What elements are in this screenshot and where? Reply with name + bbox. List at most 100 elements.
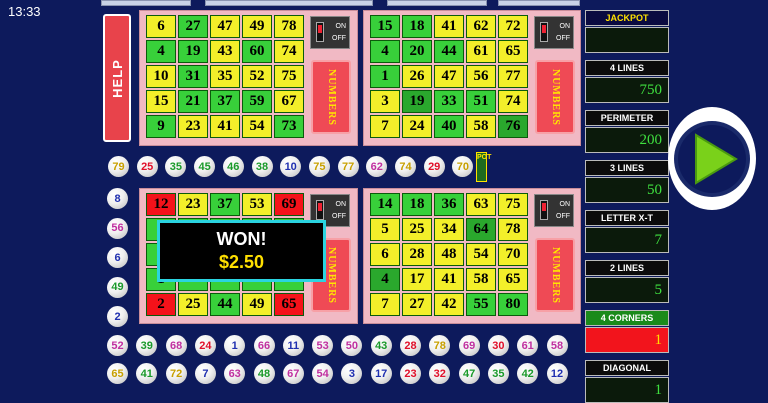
drawn-ball: 74 <box>395 156 416 177</box>
card-cell: 62 <box>466 15 496 38</box>
card-cell: 58 <box>466 268 496 291</box>
drawn-ball: 7 <box>194 363 216 384</box>
numbers-label: NUMBERS <box>325 246 337 304</box>
card-cell: 75 <box>274 65 304 88</box>
card-cell: 59 <box>242 90 272 113</box>
card-cell: 54 <box>242 115 272 138</box>
drawn-ball: 24 <box>194 335 216 356</box>
drawn-ball: 53 <box>312 335 334 356</box>
card-cell: 20 <box>402 40 432 63</box>
prize-label: PERIMETER <box>585 110 669 126</box>
top-bar-mid <box>205 0 373 6</box>
drawn-ball: 66 <box>253 335 275 356</box>
drawn-ball: 47 <box>458 363 480 384</box>
card-cell: 34 <box>434 218 464 241</box>
drawn-ball: 23 <box>400 363 421 384</box>
card-grid: 14 18 36 63 75 5 25 34 64 78 6 28 48 54 70 4 17 41 58 65 7 27… <box>370 193 528 316</box>
numbers-button[interactable]: NUMBERS <box>535 238 575 312</box>
prize-value: 1 <box>585 327 669 353</box>
card-cell: 61 <box>466 40 496 63</box>
card-cell: 40 <box>434 115 464 138</box>
drawn-ball: 61 <box>517 335 539 356</box>
drawn-ball: 2 <box>107 306 128 327</box>
play-button[interactable] <box>668 107 756 210</box>
prize-label: LETTER X-T <box>585 210 669 226</box>
card-cell: 14 <box>370 193 400 216</box>
toggle-on-label: ON <box>559 23 571 30</box>
toggle-off-label: OFF <box>556 35 570 42</box>
help-button[interactable]: HELP <box>103 14 131 142</box>
card-cell: 44 <box>434 40 464 63</box>
drawn-ball: 42 <box>517 363 539 384</box>
drawn-ball: 17 <box>370 363 392 384</box>
card-cell: 37 <box>210 193 240 216</box>
numbers-label: NUMBERS <box>549 246 561 304</box>
card-cell: 78 <box>274 15 304 38</box>
prize-value: 5 <box>585 277 669 303</box>
drawn-ball: 69 <box>458 335 480 356</box>
card-cell: 41 <box>210 115 240 138</box>
prize-value: 200 <box>585 127 669 153</box>
switch-icon <box>316 22 324 42</box>
card-cell: 4 <box>370 268 400 291</box>
card-cell: 43 <box>210 40 240 63</box>
card-cell: 65 <box>498 268 528 291</box>
won-popup[interactable]: WON! $2.50 <box>157 220 326 282</box>
card-toggle-switch[interactable]: ON OFF <box>310 16 350 49</box>
drawn-ball: 12 <box>546 363 568 384</box>
card-cell: 65 <box>498 40 528 63</box>
card-cell: 18 <box>402 193 432 216</box>
prize-value: 750 <box>585 77 669 103</box>
card-cell: 33 <box>434 90 464 113</box>
prize-label: DIAGONAL <box>585 360 669 376</box>
card-cell: 74 <box>498 90 528 113</box>
drawn-ball: 25 <box>136 156 158 177</box>
drawn-ball: 30 <box>487 335 509 356</box>
top-bar-mid2 <box>387 0 487 6</box>
card-cell: 15 <box>146 90 176 113</box>
card-toggle-switch[interactable]: ON OFF <box>534 194 574 227</box>
card-cell: 21 <box>178 90 208 113</box>
prize-value: 7 <box>585 227 669 253</box>
drawn-ball: 10 <box>280 156 302 177</box>
toggle-off-label: OFF <box>332 213 346 220</box>
switch-icon <box>316 200 324 220</box>
card-cell: 60 <box>242 40 272 63</box>
drawn-ball: 38 <box>251 156 273 177</box>
card-cell: 2 <box>146 293 176 316</box>
card-cell: 1 <box>370 65 400 88</box>
drawn-ball: 11 <box>282 335 304 356</box>
drawn-ball: 46 <box>222 156 244 177</box>
card-cell: 9 <box>146 115 176 138</box>
drawn-ball: 8 <box>107 188 128 209</box>
card-cell: 35 <box>210 65 240 88</box>
card-cell: 69 <box>274 193 304 216</box>
prize-value <box>585 27 669 53</box>
card-cell: 64 <box>466 218 496 241</box>
card-cell: 78 <box>498 218 528 241</box>
prize-label: JACKPOT <box>585 10 669 26</box>
numbers-button[interactable]: NUMBERS <box>311 60 351 134</box>
card-cell: 6 <box>146 15 176 38</box>
card-cell: 3 <box>370 90 400 113</box>
numbers-button[interactable]: NUMBERS <box>535 60 575 134</box>
card-cell: 72 <box>498 15 528 38</box>
card-cell: 27 <box>178 15 208 38</box>
prize-label: 4 LINES <box>585 60 669 76</box>
card-cell: 27 <box>402 293 432 316</box>
card-cell: 67 <box>274 90 304 113</box>
card-toggle-switch[interactable]: ON OFF <box>534 16 574 49</box>
card-cell: 31 <box>178 65 208 88</box>
card-cell: 54 <box>466 243 496 266</box>
drawn-ball: 43 <box>370 335 392 356</box>
card-cell: 75 <box>498 193 528 216</box>
card-cell: 17 <box>402 268 432 291</box>
drawn-ball: 77 <box>337 156 359 177</box>
won-amount: $2.50 <box>218 252 265 272</box>
card-cell: 24 <box>402 115 432 138</box>
card-cell: 23 <box>178 193 208 216</box>
toggle-on-label: ON <box>335 23 347 30</box>
card-cell: 49 <box>242 293 272 316</box>
toggle-on-label: ON <box>559 201 571 208</box>
card-cell: 47 <box>434 65 464 88</box>
